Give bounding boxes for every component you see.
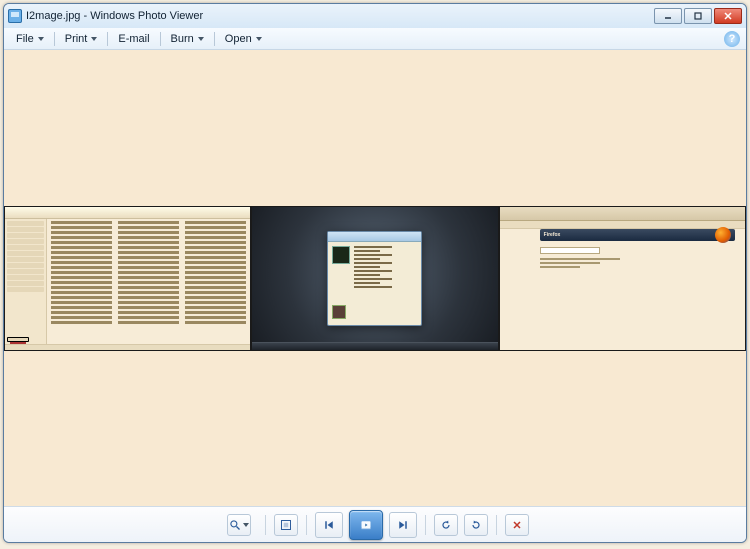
previous-button[interactable]: [315, 512, 343, 538]
close-button[interactable]: [714, 8, 742, 24]
menu-separator: [54, 32, 55, 46]
menu-bar: File Print E-mail Burn Open ?: [4, 28, 746, 50]
chat-window: [327, 231, 422, 326]
chevron-down-icon: [198, 37, 204, 41]
zoom-button[interactable]: [227, 514, 251, 536]
viewer-controls: [4, 506, 746, 542]
next-button[interactable]: [389, 512, 417, 538]
title-bar[interactable]: I2mage.jpg - Windows Photo Viewer: [4, 4, 746, 28]
menu-email-label: E-mail: [118, 33, 149, 45]
rotate-cw-icon: [470, 519, 482, 531]
menu-open[interactable]: Open: [219, 31, 268, 47]
rotate-ccw-button[interactable]: [434, 514, 458, 536]
rotate-ccw-icon: [440, 519, 452, 531]
screenshot-panel-library: [4, 206, 251, 351]
image-viewport[interactable]: Firefox: [4, 50, 746, 506]
menu-print-label: Print: [65, 33, 88, 45]
menu-file-label: File: [16, 33, 34, 45]
photo-viewer-window: I2mage.jpg - Windows Photo Viewer File P…: [3, 3, 747, 543]
maximize-button[interactable]: [684, 8, 712, 24]
chevron-down-icon: [256, 37, 262, 41]
minimize-button[interactable]: [654, 8, 682, 24]
firefox-icon: [715, 227, 731, 243]
chevron-down-icon: [91, 37, 97, 41]
help-icon: ?: [729, 33, 736, 45]
firefox-label: Firefox: [544, 232, 561, 238]
menu-separator: [214, 32, 215, 46]
actual-size-button[interactable]: [274, 514, 298, 536]
screenshot-panel-desktop: [251, 206, 498, 351]
menu-email[interactable]: E-mail: [112, 31, 155, 47]
slideshow-button[interactable]: [349, 510, 383, 540]
magnifier-icon: [229, 519, 241, 531]
fit-icon: [280, 519, 292, 531]
help-button[interactable]: ?: [724, 31, 740, 47]
menu-burn-label: Burn: [171, 33, 194, 45]
next-icon: [397, 519, 409, 531]
menu-print[interactable]: Print: [59, 31, 104, 47]
chevron-down-icon: [243, 523, 249, 527]
menu-file[interactable]: File: [10, 31, 50, 47]
menu-separator: [160, 32, 161, 46]
menu-burn[interactable]: Burn: [165, 31, 210, 47]
rotate-cw-button[interactable]: [464, 514, 488, 536]
displayed-image: Firefox: [4, 206, 746, 351]
background-caption-blur: [10, 526, 350, 538]
delete-icon: [511, 519, 523, 531]
chevron-down-icon: [38, 37, 44, 41]
slideshow-icon: [360, 519, 372, 531]
delete-button[interactable]: [505, 514, 529, 536]
prev-icon: [323, 519, 335, 531]
screenshot-panel-browser: Firefox: [499, 206, 746, 351]
menu-open-label: Open: [225, 33, 252, 45]
app-icon: [8, 9, 22, 23]
window-title: I2mage.jpg - Windows Photo Viewer: [26, 10, 203, 22]
menu-separator: [107, 32, 108, 46]
